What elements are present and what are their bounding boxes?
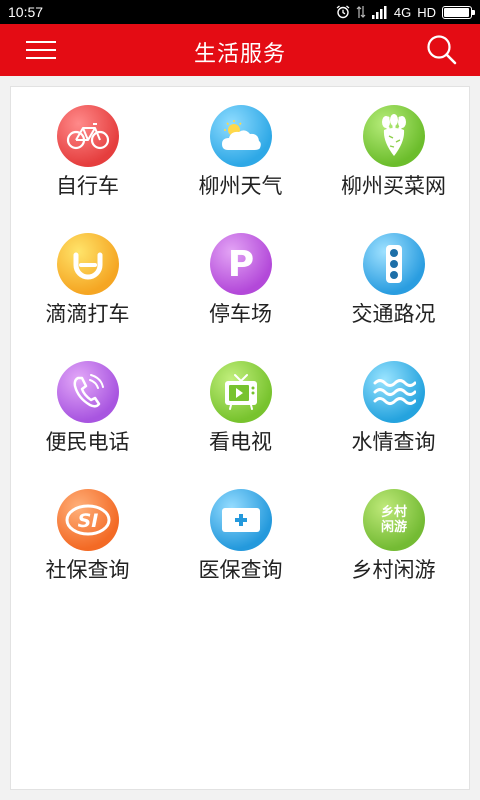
service-bicycle[interactable]: 自行车 xyxy=(11,87,164,215)
service-medical-insurance[interactable]: 医保查询 xyxy=(164,471,317,599)
service-label: 停车场 xyxy=(209,302,272,326)
page-title: 生活服务 xyxy=(193,42,286,67)
services-grid: 自行车 柳州天气 柳州买菜网 滴滴打车 P 停车场 交通路况 便民电话 看电视 … xyxy=(10,86,470,790)
service-didi-taxi[interactable]: 滴滴打车 xyxy=(11,215,164,343)
service-label: 交通路况 xyxy=(351,302,436,326)
battery-icon xyxy=(442,5,475,19)
service-phone[interactable]: 便民电话 xyxy=(11,343,164,471)
status-bar: 10:57 4G HD xyxy=(0,0,480,24)
signal-icon xyxy=(371,6,387,19)
search-button[interactable] xyxy=(424,33,460,67)
service-social-security[interactable]: SI 社保查询 xyxy=(11,471,164,599)
weather-icon xyxy=(210,105,272,167)
social-security-icon: SI xyxy=(57,489,119,551)
tv-icon xyxy=(210,361,272,423)
vegetable-icon xyxy=(363,105,425,167)
service-label: 水情查询 xyxy=(351,430,436,454)
service-label: 柳州天气 xyxy=(198,174,283,198)
village-tour-icon: 乡村闲游 xyxy=(363,489,425,551)
medical-insurance-icon xyxy=(210,489,272,551)
service-tv[interactable]: 看电视 xyxy=(164,343,317,471)
didi-icon xyxy=(57,233,119,295)
service-label: 柳州买菜网 xyxy=(341,174,446,198)
service-vegetable-market[interactable]: 柳州买菜网 xyxy=(317,87,470,215)
status-time: 10:57 xyxy=(8,4,44,20)
search-icon xyxy=(427,35,457,65)
service-label: 便民电话 xyxy=(45,430,130,454)
data-transfer-icon xyxy=(356,6,366,18)
app-bar: 生活服务 xyxy=(0,24,480,76)
service-weather[interactable]: 柳州天气 xyxy=(164,87,317,215)
service-traffic[interactable]: 交通路况 xyxy=(317,215,470,343)
service-village-tour[interactable]: 乡村闲游 乡村闲游 xyxy=(317,471,470,599)
service-label: 社保查询 xyxy=(45,558,130,582)
network-type: 4G xyxy=(393,4,412,20)
village-tour-icon-text: 乡村闲游 xyxy=(380,505,407,535)
water-icon xyxy=(363,361,425,423)
service-label: 滴滴打车 xyxy=(45,302,130,326)
hd-indicator: HD xyxy=(417,4,436,20)
alarm-icon xyxy=(336,5,350,19)
bicycle-icon xyxy=(57,105,119,167)
service-label: 乡村闲游 xyxy=(351,558,436,582)
battery-tip xyxy=(472,9,475,15)
phone-icon xyxy=(57,361,119,423)
service-water[interactable]: 水情查询 xyxy=(317,343,470,471)
status-icons: 4G HD xyxy=(336,3,475,21)
service-label: 医保查询 xyxy=(198,558,283,582)
service-label: 看电视 xyxy=(209,430,272,454)
service-label: 自行车 xyxy=(56,174,119,198)
parking-icon: P xyxy=(210,233,272,295)
traffic-light-icon xyxy=(363,233,425,295)
social-security-icon-text: SI xyxy=(78,510,99,532)
service-parking[interactable]: P 停车场 xyxy=(164,215,317,343)
parking-icon-letter: P xyxy=(227,243,255,285)
battery-fill xyxy=(444,7,469,17)
